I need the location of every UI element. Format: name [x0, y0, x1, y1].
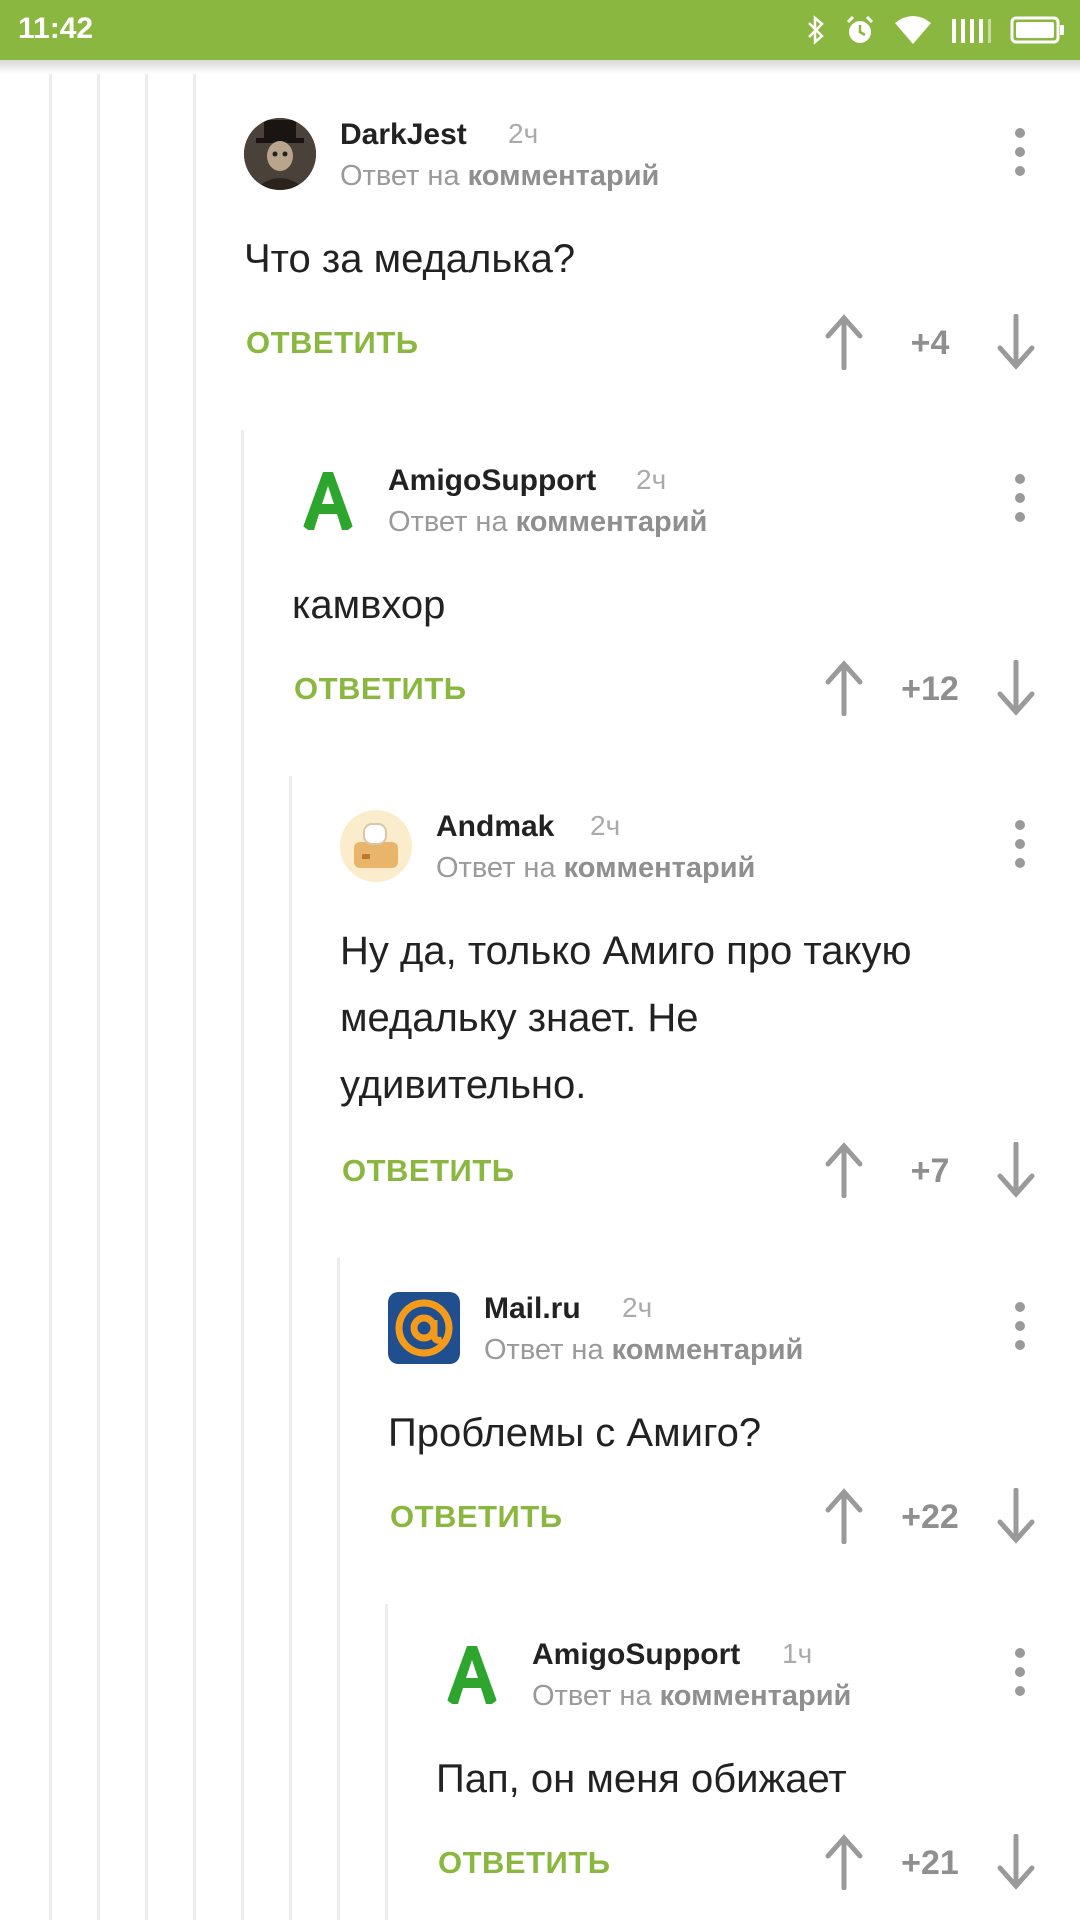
downvote-icon[interactable] — [996, 1488, 1036, 1544]
vote-score: +21 — [901, 1844, 959, 1882]
toaster-icon — [340, 810, 412, 882]
upvote-icon[interactable] — [824, 1142, 864, 1198]
avatar[interactable] — [244, 118, 316, 190]
more-options-button[interactable] — [1010, 820, 1030, 868]
status-icons — [806, 10, 1066, 50]
reply-to-link[interactable]: комментарий — [516, 506, 708, 538]
status-time: 11:42 — [18, 12, 94, 45]
thread-line — [49, 74, 52, 1920]
more-options-button[interactable] — [1010, 474, 1030, 522]
reply-to-link[interactable]: комментарий — [468, 160, 660, 192]
reply-to-link[interactable]: комментарий — [612, 1334, 804, 1366]
more-options-button[interactable] — [1010, 1302, 1030, 1350]
signal-icon — [952, 19, 991, 43]
reply-to-link[interactable]: комментарий — [564, 852, 756, 884]
more-options-button[interactable] — [1010, 128, 1030, 176]
comment-text: Ну да, только Амиго про такую медальку з… — [340, 929, 912, 1107]
avatar[interactable] — [388, 1292, 460, 1364]
alarm-icon — [846, 15, 874, 43]
comment: Mail.ru 2ч Ответ на комментарий Проблемы… — [388, 1292, 1064, 1552]
upvote-icon[interactable] — [824, 660, 864, 716]
reply-to: Ответ на комментарий — [532, 1680, 852, 1712]
vote-score: +22 — [901, 1498, 959, 1536]
comment: Andmak 2ч Ответ на комментарий Ну да, то… — [340, 810, 1064, 1210]
status-bar-shadow — [0, 60, 1080, 74]
upvote-icon[interactable] — [824, 314, 864, 370]
author-name[interactable]: Mail.ru — [484, 1292, 581, 1326]
thread-line — [145, 74, 148, 1920]
reply-to: Ответ на комментарий — [340, 160, 660, 192]
downvote-icon[interactable] — [996, 1834, 1036, 1890]
upvote-icon[interactable] — [824, 1834, 864, 1890]
author-name[interactable]: AmigoSupport — [532, 1638, 740, 1672]
reply-button[interactable]: ОТВЕТИТЬ — [294, 671, 467, 707]
vote-score: +12 — [901, 670, 959, 708]
battery-icon — [1010, 16, 1064, 44]
comment: DarkJest 2ч Ответ на комментарий Что за … — [244, 118, 1064, 378]
thread-line — [193, 74, 196, 1920]
user-photo-icon — [244, 118, 316, 190]
comment-text: камвхор — [292, 583, 446, 627]
comment-time: 2ч — [508, 118, 539, 149]
avatar[interactable] — [436, 1638, 508, 1710]
upvote-icon[interactable] — [824, 1488, 864, 1544]
wifi-icon — [895, 16, 931, 44]
comment: AmigoSupport 2ч Ответ на комментарий кам… — [292, 464, 1064, 724]
comment: AmigoSupport 1ч Ответ на комментарий Пап… — [436, 1638, 1064, 1898]
thread-line — [241, 430, 244, 1920]
avatar[interactable] — [340, 810, 412, 882]
comment-time: 2ч — [622, 1292, 653, 1323]
author-name[interactable]: Andmak — [436, 810, 554, 844]
author-name[interactable]: DarkJest — [340, 118, 467, 152]
bluetooth-icon — [808, 15, 824, 45]
vote-score: +7 — [910, 1152, 950, 1190]
reply-to: Ответ на комментарий — [388, 506, 708, 538]
thread-line — [289, 776, 292, 1920]
thread-line — [385, 1604, 388, 1920]
comment-text: Пап, он меня обижает — [436, 1757, 847, 1801]
reply-button[interactable]: ОТВЕТИТЬ — [390, 1499, 563, 1535]
comment-text: Проблемы с Амиго? — [388, 1411, 762, 1455]
reply-to-link[interactable]: комментарий — [660, 1680, 852, 1712]
comment-time: 2ч — [636, 464, 667, 495]
mailru-logo-icon — [388, 1292, 460, 1364]
author-name[interactable]: AmigoSupport — [388, 464, 596, 498]
status-bar: 11:42 — [0, 0, 1080, 60]
reply-button[interactable]: ОТВЕТИТЬ — [342, 1153, 515, 1189]
reply-button[interactable]: ОТВЕТИТЬ — [438, 1845, 611, 1881]
downvote-icon[interactable] — [996, 660, 1036, 716]
downvote-icon[interactable] — [996, 314, 1036, 370]
amigo-logo-icon — [446, 1646, 498, 1704]
reply-to: Ответ на комментарий — [436, 852, 756, 884]
reply-button[interactable]: ОТВЕТИТЬ — [246, 325, 419, 361]
reply-to: Ответ на комментарий — [484, 1334, 804, 1366]
downvote-icon[interactable] — [996, 1142, 1036, 1198]
thread-line — [337, 1258, 340, 1920]
comment-time: 1ч — [782, 1638, 813, 1669]
comment-text: Что за медалька? — [244, 237, 576, 281]
avatar[interactable] — [292, 464, 364, 536]
amigo-logo-icon — [302, 472, 354, 530]
comment-time: 2ч — [590, 810, 621, 841]
thread-line — [97, 74, 100, 1920]
more-options-button[interactable] — [1010, 1648, 1030, 1696]
vote-score: +4 — [910, 324, 950, 362]
